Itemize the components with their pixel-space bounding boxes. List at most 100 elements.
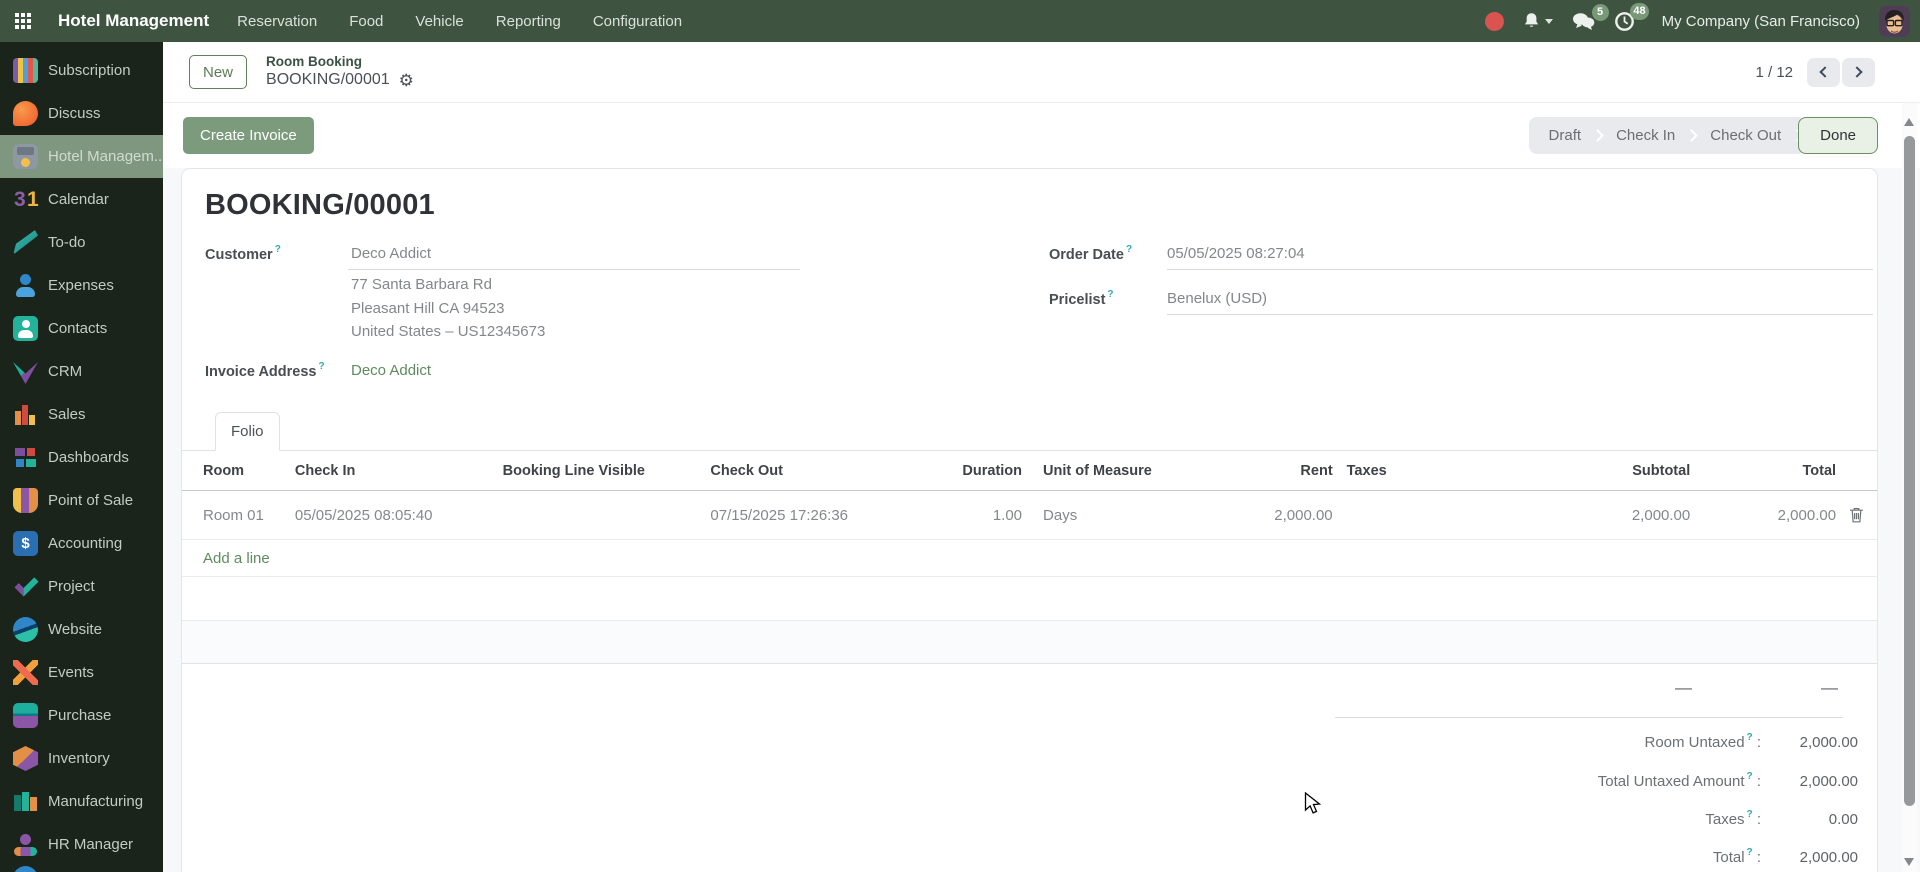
messages-count-badge: 5: [1591, 3, 1609, 21]
column-header-subtotal[interactable]: Subtotal: [1529, 463, 1690, 479]
delete-row-button[interactable]: [1836, 507, 1877, 523]
cell-check-out[interactable]: 07/15/2025 17:26:36: [710, 507, 957, 524]
menu-reporting[interactable]: Reporting: [496, 13, 561, 30]
address-line: 77 Santa Barbara Rd: [351, 276, 492, 293]
cell-unit-of-measure[interactable]: Days: [1043, 507, 1230, 524]
pager-next-button[interactable]: [1842, 57, 1875, 87]
stage-check-out[interactable]: Check Out: [1690, 117, 1801, 154]
address-line: Pleasant Hill CA 94523: [351, 299, 505, 317]
pager-count[interactable]: 1 / 12: [1755, 64, 1793, 81]
scrollbar-thumb[interactable]: [1904, 136, 1915, 806]
scroll-up-arrow[interactable]: [1904, 118, 1914, 126]
scroll-down-arrow[interactable]: [1904, 858, 1914, 866]
messages-button[interactable]: 5: [1572, 3, 1609, 31]
help-marker-icon: ?: [1746, 771, 1753, 782]
sidebar-item-dashboards[interactable]: Dashboards: [0, 436, 163, 479]
gear-icon[interactable]: ⚙: [399, 72, 414, 89]
cell-room[interactable]: Room 01: [203, 507, 295, 524]
apps-grid-icon: [15, 13, 31, 29]
manufacturing-app-icon: [13, 789, 38, 814]
cell-subtotal[interactable]: 2,000.00: [1529, 507, 1690, 524]
notifications-bell-button[interactable]: [1523, 12, 1553, 30]
subtotal-placeholder-dash: —: [1675, 678, 1692, 697]
total-row-untaxed-amount: Total Untaxed Amount? : 2,000.00: [1597, 771, 1858, 790]
column-header-unit-of-measure[interactable]: Unit of Measure: [1043, 463, 1230, 479]
sidebar-item-hotel-management[interactable]: Hotel Managem...: [0, 135, 163, 178]
menu-configuration[interactable]: Configuration: [593, 13, 682, 30]
sidebar-item-expenses[interactable]: Expenses: [0, 264, 163, 307]
sidebar-item-events[interactable]: Events: [0, 651, 163, 694]
partial-app-icon: [13, 866, 38, 872]
stage-selector: Draft Check In Check Out Done: [1528, 117, 1878, 154]
user-avatar[interactable]: [1879, 5, 1910, 37]
sidebar-item-point-of-sale[interactable]: Point of Sale: [0, 479, 163, 522]
stage-check-in[interactable]: Check In: [1596, 117, 1695, 154]
cell-rent[interactable]: 2,000.00: [1230, 507, 1332, 524]
sidebar-item-crm[interactable]: CRM: [0, 350, 163, 393]
sidebar-item-website[interactable]: Website: [0, 608, 163, 651]
sidebar-item-sales[interactable]: Sales: [0, 393, 163, 436]
apps-menu-button[interactable]: [0, 0, 46, 42]
app-brand[interactable]: Hotel Management: [58, 11, 209, 31]
cell-duration[interactable]: 1.00: [957, 507, 1022, 524]
stage-done-active[interactable]: Done: [1798, 117, 1878, 154]
sidebar-item-partial[interactable]: [0, 866, 163, 872]
column-header-taxes[interactable]: Taxes: [1347, 463, 1530, 479]
accounting-app-icon: [13, 531, 38, 556]
total-untaxed-amount-label: Total Untaxed Amount? :: [1597, 771, 1761, 790]
control-panel: New Room Booking BOOKING/00001 ⚙ 1 / 12: [163, 42, 1920, 103]
tab-folio[interactable]: Folio: [215, 412, 280, 451]
customer-address: 77 Santa Barbara Rd Pleasant Hill CA 945…: [351, 273, 545, 344]
sidebar-item-contacts[interactable]: Contacts: [0, 307, 163, 350]
menu-food[interactable]: Food: [349, 13, 383, 30]
recording-indicator-icon[interactable]: [1484, 11, 1504, 31]
chat-bubbles-icon: [1572, 12, 1594, 30]
menu-vehicle[interactable]: Vehicle: [415, 13, 463, 30]
purchase-app-icon: [13, 703, 38, 728]
column-header-rent[interactable]: Rent: [1230, 463, 1332, 479]
activities-count-badge: 48: [1630, 2, 1649, 20]
folio-table-row[interactable]: Room 01 05/05/2025 08:05:40 07/15/2025 1…: [182, 491, 1877, 540]
breadcrumb-parent[interactable]: Room Booking: [266, 53, 414, 71]
pager-previous-button[interactable]: [1807, 57, 1840, 87]
order-date-field[interactable]: 05/05/2025 08:27:04: [1167, 245, 1305, 262]
sidebar-item-hr-manager[interactable]: HR Manager: [0, 823, 163, 866]
create-invoice-button[interactable]: Create Invoice: [183, 117, 314, 154]
customer-field[interactable]: Deco Addict: [351, 245, 431, 262]
room-untaxed-value: 2,000.00: [1799, 734, 1858, 751]
crm-app-icon: [13, 362, 38, 384]
sidebar-item-discuss[interactable]: Discuss: [0, 92, 163, 135]
breadcrumb: Room Booking BOOKING/00001 ⚙: [266, 53, 414, 91]
chevron-right-icon: [1851, 66, 1863, 78]
new-button[interactable]: New: [189, 55, 248, 89]
column-header-check-out[interactable]: Check Out: [710, 463, 957, 479]
cell-check-in[interactable]: 05/05/2025 08:05:40: [295, 507, 503, 524]
cell-total[interactable]: 2,000.00: [1690, 507, 1836, 524]
help-marker-icon: ?: [1107, 289, 1114, 300]
column-header-total[interactable]: Total: [1690, 463, 1837, 479]
sidebar-item-subscription[interactable]: Subscription: [0, 49, 163, 92]
pricelist-field[interactable]: Benelux (USD): [1167, 290, 1267, 307]
totals-separator: [1335, 717, 1843, 718]
company-name[interactable]: My Company (San Francisco): [1662, 13, 1860, 30]
column-header-room[interactable]: Room: [203, 463, 295, 479]
column-header-booking-line-visible[interactable]: Booking Line Visible: [503, 463, 711, 479]
sidebar-item-inventory[interactable]: Inventory: [0, 737, 163, 780]
sidebar-item-calendar[interactable]: Calendar: [0, 178, 163, 221]
total-row-room-untaxed: Room Untaxed? : 2,000.00: [1644, 732, 1858, 751]
discuss-app-icon: [13, 101, 38, 126]
form-statusbar: Create Invoice Draft Check In Check Out …: [163, 103, 1920, 168]
menu-reservation[interactable]: Reservation: [237, 13, 317, 30]
sidebar-item-todo[interactable]: To-do: [0, 221, 163, 264]
sidebar-item-accounting[interactable]: Accounting: [0, 522, 163, 565]
total-label: Total? :: [1712, 847, 1761, 866]
sidebar-item-manufacturing[interactable]: Manufacturing: [0, 780, 163, 823]
sidebar-item-project[interactable]: Project: [0, 565, 163, 608]
column-header-check-in[interactable]: Check In: [295, 463, 503, 479]
activities-button[interactable]: 48: [1614, 2, 1649, 32]
invoice-address-field[interactable]: Deco Addict: [351, 362, 431, 379]
invoice-address-label: Invoice Address?: [205, 361, 325, 380]
add-a-line-link[interactable]: Add a line: [203, 550, 270, 567]
sidebar-item-purchase[interactable]: Purchase: [0, 694, 163, 737]
column-header-duration[interactable]: Duration: [957, 463, 1022, 479]
